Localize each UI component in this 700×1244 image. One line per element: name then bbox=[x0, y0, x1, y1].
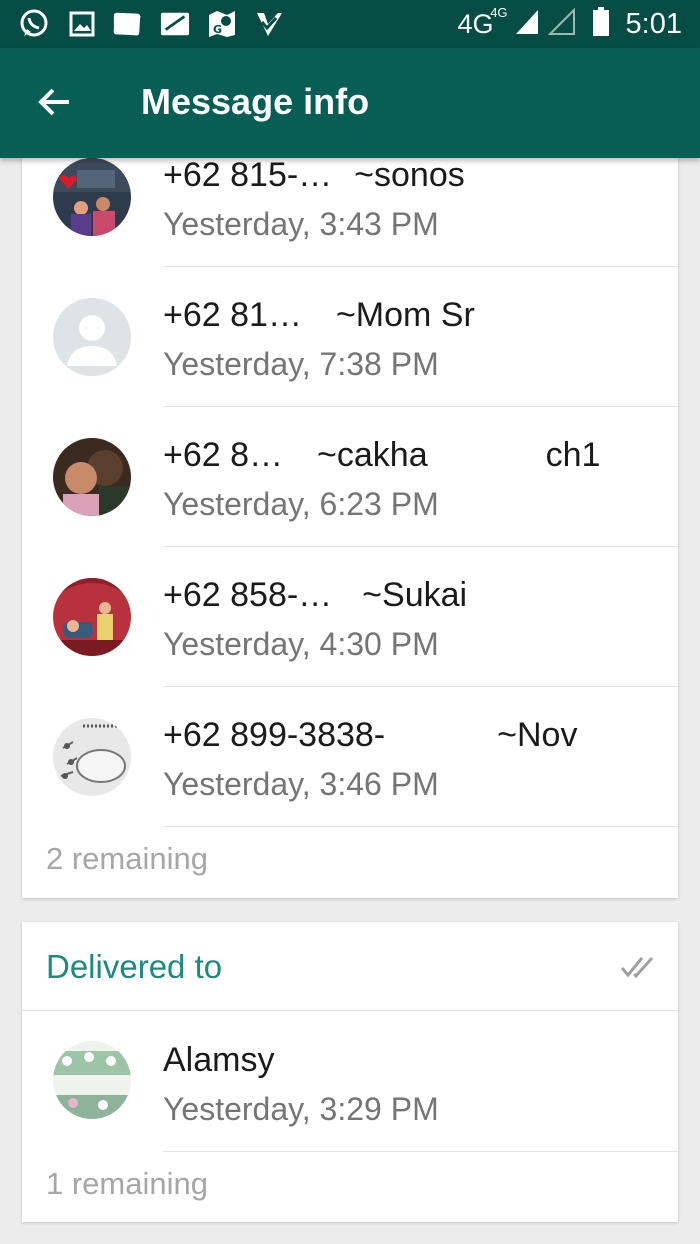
battery-icon bbox=[592, 6, 610, 42]
whatsapp-icon bbox=[19, 9, 49, 38]
read-time: Yesterday, 4:30 PM bbox=[163, 626, 439, 662]
arrow-back-icon bbox=[37, 87, 71, 122]
read-time: Yesterday, 7:38 PM bbox=[163, 346, 439, 382]
list-item[interactable]: +62 858-… ~Sukai Yesterday, 4:30 PM bbox=[22, 546, 678, 686]
contact-name: +62 899-3838- ~Nov bbox=[163, 716, 578, 754]
message-icon bbox=[112, 10, 142, 38]
section-title: Delivered to bbox=[46, 948, 223, 985]
read-time: Yesterday, 3:43 PM bbox=[163, 206, 439, 242]
avatar bbox=[53, 438, 131, 516]
avatar bbox=[53, 158, 131, 236]
avatar bbox=[53, 298, 131, 376]
double-check-icon bbox=[620, 954, 656, 980]
signal-empty-icon bbox=[547, 7, 576, 41]
list-item[interactable]: Alamsy Yesterday, 3:29 PM bbox=[22, 1011, 678, 1151]
contact-name: +62 81… ~Mom Sr bbox=[163, 296, 475, 334]
gallery-icon bbox=[67, 10, 97, 38]
back-button[interactable] bbox=[26, 78, 82, 130]
maps-icon: G bbox=[207, 10, 237, 38]
list-item[interactable]: +62 899-3838- ~Nov Yesterday, 3:46 PM bbox=[22, 686, 678, 826]
contact-name: +62 8… ~cakha ch1 bbox=[163, 436, 601, 474]
avatar bbox=[53, 718, 131, 796]
card-icon bbox=[160, 10, 190, 38]
network-type: 4G 4G bbox=[457, 4, 508, 39]
avatar bbox=[53, 1041, 131, 1119]
divider bbox=[163, 1151, 678, 1152]
remaining-count[interactable]: 1 remaining bbox=[46, 1166, 208, 1202]
list-item[interactable]: +62 81… ~Mom Sr Yesterday, 7:38 PM bbox=[22, 266, 678, 406]
read-time: Yesterday, 6:23 PM bbox=[163, 486, 439, 522]
delivered-time: Yesterday, 3:29 PM bbox=[163, 1091, 439, 1127]
list-item[interactable]: +62 8… ~cakha ch1 Yesterday, 6:23 PM bbox=[22, 406, 678, 546]
svg-text:G: G bbox=[213, 23, 222, 36]
remaining-count[interactable]: 2 remaining bbox=[46, 841, 208, 877]
contact-name: Alamsy bbox=[163, 1041, 275, 1079]
delivered-card: Delivered to Alamsy Yesterday, 3:29 PM 1… bbox=[22, 922, 678, 1222]
avatar bbox=[53, 578, 131, 656]
delivered-header: Delivered to bbox=[22, 922, 678, 1010]
page-title: Message info bbox=[141, 81, 370, 122]
divider bbox=[163, 826, 678, 827]
clock: 5:01 bbox=[625, 7, 682, 40]
read-by-card: +62 815-… ~sonos Yesterday, 3:43 PM +62 8… bbox=[22, 150, 678, 898]
checklist-icon bbox=[254, 10, 284, 38]
signal-icon bbox=[514, 8, 540, 41]
read-time: Yesterday, 3:46 PM bbox=[163, 766, 439, 802]
contact-name: +62 858-… ~Sukai bbox=[163, 576, 468, 614]
app-bar: Message info bbox=[0, 48, 700, 158]
contact-name: +62 815-… ~sonos bbox=[163, 156, 465, 194]
status-bar: G 4G 4G 5:01 bbox=[0, 0, 700, 48]
